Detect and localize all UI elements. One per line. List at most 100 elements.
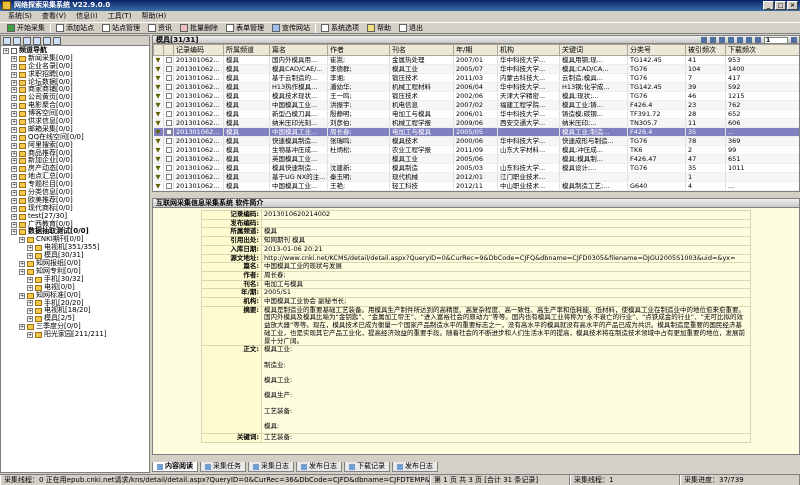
column-header[interactable]: 篇名 bbox=[269, 44, 328, 56]
table-row[interactable]: ▼ 201301062... 模具 模具技术现状... 王一鸣; 锻压技术 2002/06 天… bbox=[153, 91, 799, 101]
expand-icon[interactable]: + bbox=[11, 229, 17, 236]
grid-tool-icon[interactable] bbox=[719, 37, 725, 43]
column-header[interactable]: 作者 bbox=[327, 44, 390, 56]
add-site-button[interactable]: 添加站点 bbox=[53, 23, 97, 33]
expand-icon[interactable]: + bbox=[19, 237, 25, 244]
expand-icon[interactable]: + bbox=[11, 55, 17, 62]
close-button[interactable]: × bbox=[787, 1, 798, 10]
row-checkbox[interactable] bbox=[166, 147, 172, 153]
grid-tool-icon[interactable] bbox=[737, 37, 743, 43]
tree-node[interactable]: + 电影聚合[0/0] bbox=[3, 101, 147, 110]
tree-node[interactable]: + 企业名录[0/0] bbox=[3, 62, 147, 71]
row-checkbox[interactable] bbox=[166, 102, 172, 108]
column-header[interactable]: 下载频次 bbox=[725, 44, 799, 56]
expand-icon[interactable]: + bbox=[11, 87, 17, 94]
form-manage-button[interactable]: 表单管理 bbox=[223, 23, 267, 33]
expand-icon[interactable]: + bbox=[19, 292, 25, 299]
news-button[interactable]: 资讯 bbox=[145, 23, 175, 33]
table-row[interactable]: ▼ 201301062... 模具 模具快速制造... 沈建新; 模具制造 2005/03 山… bbox=[153, 163, 799, 173]
batch-delete-button[interactable]: 批量删除 bbox=[177, 23, 221, 33]
tree-node[interactable]: + 阿里搜索[0/0] bbox=[3, 141, 147, 150]
expand-icon[interactable]: + bbox=[11, 118, 17, 125]
expand-icon[interactable]: + bbox=[11, 150, 17, 157]
maximize-button[interactable]: □ bbox=[775, 1, 786, 10]
tree-node[interactable]: + 论坛数据[0/0] bbox=[3, 78, 147, 87]
column-header[interactable]: 被引频次 bbox=[685, 44, 726, 56]
expand-icon[interactable]: + bbox=[11, 95, 17, 102]
tab-collect-log[interactable]: 采集日志 bbox=[248, 462, 294, 472]
row-checkbox[interactable] bbox=[166, 138, 172, 144]
expand-icon[interactable]: + bbox=[27, 300, 33, 307]
menu-help[interactable]: 帮助(H) bbox=[137, 11, 170, 22]
tree-node[interactable]: + 分类信息[0/0] bbox=[3, 188, 147, 197]
table-row[interactable]: ▼ 201301062... 模具 中国模具工业... 洪振宇; 机电信息 2007/02 福… bbox=[153, 100, 799, 110]
tree-node[interactable]: + 地点汇总[0/0] bbox=[3, 172, 147, 181]
grid-tool-icon[interactable] bbox=[728, 37, 734, 43]
column-header[interactable]: 记录编码 bbox=[173, 44, 224, 56]
row-checkbox[interactable] bbox=[166, 57, 172, 63]
row-checkbox[interactable] bbox=[166, 84, 172, 90]
tree-node[interactable]: + 现代商标[0/0] bbox=[3, 204, 147, 213]
expand-icon[interactable]: + bbox=[27, 253, 33, 260]
minimize-button[interactable]: _ bbox=[763, 1, 774, 10]
expand-icon[interactable]: + bbox=[19, 324, 25, 331]
expand-icon[interactable]: + bbox=[11, 205, 17, 212]
tree-node[interactable]: + 频道导航 bbox=[3, 46, 147, 55]
row-checkbox[interactable] bbox=[166, 156, 172, 162]
row-checkbox[interactable] bbox=[166, 120, 172, 126]
table-row[interactable]: ▼ 201301062... 模具 基于云制造的... 李湘; 锻压技术 2011/03 内蒙… bbox=[153, 73, 799, 83]
nav-next-icon[interactable] bbox=[791, 37, 797, 43]
expand-icon[interactable]: + bbox=[19, 268, 25, 275]
tree-node[interactable]: + 商家商铺[0/0] bbox=[3, 86, 147, 94]
tab-publish-log-2[interactable]: 发布日志 bbox=[392, 462, 438, 472]
table-row[interactable]: ▼ 201301062... 模具 H13热作模具... 潘幼华; 机械工程材料 2006/… bbox=[153, 82, 799, 92]
tab-content-read[interactable]: 内容阅读 bbox=[152, 462, 198, 472]
table-row[interactable]: ▼ 201301062... 模具 国内外模具用... 崔嵩; 金属热处理 2007/01 华… bbox=[153, 55, 799, 65]
table-row[interactable]: ▼ 201301062... 模具 英国模具工业... 模具工业 2005/06 模具;模具… bbox=[153, 154, 799, 164]
menu-view[interactable]: 查看(V) bbox=[38, 11, 70, 22]
tree-node[interactable]: + 求职招聘[0/0] bbox=[3, 70, 147, 79]
expand-icon[interactable]: + bbox=[27, 308, 33, 315]
tree-tool-icon[interactable] bbox=[43, 37, 51, 45]
expand-icon[interactable]: + bbox=[11, 213, 17, 220]
table-row[interactable]: ▼ 201301062... 模具 纳米压印光刻... 刘彦伯; 机械工程学报 2009/0… bbox=[153, 118, 799, 128]
page-input[interactable]: 1 bbox=[764, 36, 788, 44]
grid-tool-icon[interactable] bbox=[701, 37, 707, 43]
expand-icon[interactable]: + bbox=[11, 158, 17, 165]
row-checkbox[interactable] bbox=[166, 129, 172, 135]
table-row[interactable]: ▼ 201301062... 模具 快速模具制造... 张瑞鸣; 模具技术 2000/06 华… bbox=[153, 136, 799, 146]
tree-node[interactable]: + 供求信息[0/0] bbox=[3, 117, 147, 126]
table-row[interactable]: ▼ 201301062... 模具 中国模具工业... 周长春; 电加工与模具 2005/0… bbox=[153, 127, 799, 137]
table-row[interactable]: ▼ 201301062... 模具 生物基冲压成... 杜炳松; 农业工程学报 2011/0… bbox=[153, 145, 799, 155]
tree-node[interactable]: + 博客空间[0/0] bbox=[3, 109, 147, 118]
menu-tools[interactable]: 工具(T) bbox=[104, 11, 136, 22]
row-checkbox[interactable] bbox=[166, 93, 172, 99]
tree-tool-icon[interactable] bbox=[33, 37, 41, 45]
grid-tool-icon[interactable] bbox=[755, 37, 761, 43]
column-header[interactable]: 机构 bbox=[497, 44, 560, 56]
row-checkbox[interactable] bbox=[166, 183, 172, 189]
row-checkbox[interactable] bbox=[166, 165, 172, 171]
row-checkbox[interactable] bbox=[166, 111, 172, 117]
promo-site-button[interactable]: 宣传网站 bbox=[269, 23, 313, 33]
tab-download-record[interactable]: 下载记录 bbox=[344, 462, 390, 472]
expand-icon[interactable]: + bbox=[11, 221, 17, 228]
grid-tool-icon[interactable] bbox=[710, 37, 716, 43]
tree-node[interactable]: + 手机[30/32] bbox=[3, 275, 147, 284]
table-row[interactable]: ▼ 201301062...模具模具制造业产... 教育教学论坛 (西华大学机械...… bbox=[153, 190, 799, 191]
expand-icon[interactable]: + bbox=[11, 197, 17, 204]
column-header[interactable]: 分类号 bbox=[627, 44, 686, 56]
expand-icon[interactable]: + bbox=[11, 111, 17, 118]
row-checkbox[interactable] bbox=[166, 174, 172, 180]
expand-icon[interactable]: + bbox=[27, 332, 33, 338]
expand-icon[interactable]: + bbox=[11, 126, 17, 133]
table-row[interactable]: ▼ 201301062... 模具 中国模具工业... 王艳; 轻工科技 2012/11 中山… bbox=[153, 181, 799, 191]
column-header[interactable]: 所属频道 bbox=[223, 44, 270, 56]
expand-icon[interactable]: + bbox=[11, 79, 17, 86]
row-checkbox[interactable] bbox=[166, 66, 172, 72]
tree-tool-icon[interactable] bbox=[23, 37, 31, 45]
grid-tool-icon[interactable] bbox=[746, 37, 752, 43]
menu-info[interactable]: 信息(I) bbox=[72, 11, 102, 22]
tree-tool-icon[interactable] bbox=[3, 37, 11, 45]
expand-icon[interactable]: + bbox=[27, 276, 33, 283]
